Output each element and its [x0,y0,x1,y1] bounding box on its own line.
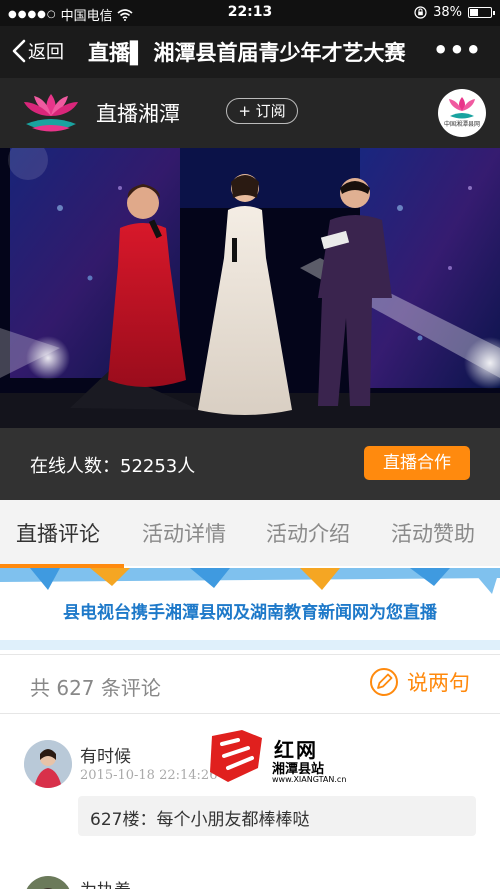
back-label: 返回 [28,42,64,63]
tab-event-details[interactable]: 活动详情 [142,518,226,548]
channel-badge[interactable]: 中国湘潭县网 [438,89,486,137]
badge-text: 中国湘潭县网 [443,121,480,128]
badge-flower-icon [449,97,475,119]
banner-text: 县电视台携手湘潭县网及湖南教育新闻网为您直播 [63,603,437,623]
live-cooperation-button[interactable]: 直播合作 [364,446,470,480]
comment-count: 共 627 条评论 [30,676,161,700]
tab-live-comments[interactable]: 直播评论 [16,518,100,548]
write-comment-label: 说两句 [407,671,470,695]
tab-event-intro[interactable]: 活动介绍 [266,518,350,548]
watermark-url: www.XIANGTAN.cn [272,775,347,784]
battery-icon [468,7,495,18]
write-comment-button[interactable]: 说两句 [369,667,470,697]
comment-item: 为执着 [0,846,500,889]
info-bar: 在线人数：52253人 直播合作 [0,428,500,500]
tab-event-sponsors[interactable]: 活动赞助 [391,518,475,548]
comment-bubble: 627楼：每个小朋友都棒棒哒 [78,796,476,836]
online-count: 在线人数：52253人 [30,456,196,477]
tab-bar: 直播评论 活动详情 活动介绍 活动赞助 [0,500,500,566]
channel-name: 直播湘潭 [96,102,180,126]
watermark-logo-icon [210,730,262,782]
video-frame [0,148,500,428]
avatar-image [24,876,72,889]
back-button[interactable]: 返回 [12,38,64,64]
video-player[interactable] [0,148,500,428]
comment-user[interactable]: 为执着 [80,876,131,889]
more-button[interactable]: ••• [433,36,482,64]
status-bar: ●●●●○ 中国电信 22:13 38% [0,0,500,26]
page-title: 直播▌ 湘潭县首届青少年才艺大赛 [88,41,406,65]
comment-header: 共 627 条评论 说两句 [0,654,500,714]
avatar[interactable] [24,876,72,889]
avatar-image [24,740,72,788]
battery-percent: 38% [433,5,462,20]
pencil-icon [370,668,398,696]
comment-user[interactable]: 有时候 [80,742,131,767]
subscribe-button[interactable]: + 订阅 [226,98,298,124]
rotation-lock-icon [414,6,427,19]
channel-logo-icon [24,94,78,132]
watermark: 红网 湘潭县站 www.XIANGTAN.cn [208,728,376,788]
channel-bar: 直播湘潭 + 订阅 中国湘潭县网 [0,78,500,148]
comment-text: 627楼：每个小朋友都棒棒哒 [90,810,310,830]
status-right: 38% [414,5,495,20]
comment-time: 2015-10-18 22:14:26 [80,768,218,783]
battery-fill [470,9,478,16]
banner[interactable]: 县电视台携手湘潭县网及湖南教育新闻网为您直播 [0,568,500,650]
avatar[interactable] [24,740,72,788]
chevron-left-icon [12,39,26,63]
nav-bar: 返回 直播▌ 湘潭县首届青少年才艺大赛 ••• [0,26,500,78]
